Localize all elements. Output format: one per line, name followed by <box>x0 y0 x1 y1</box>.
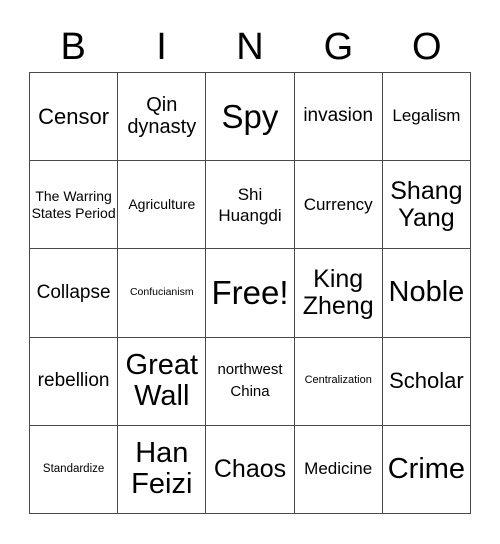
bingo-cell[interactable]: rebellion <box>30 337 119 426</box>
bingo-cell[interactable]: Agriculture <box>118 161 207 250</box>
bingo-cell[interactable]: Scholar <box>382 337 471 426</box>
header-letter-o: O <box>411 26 442 68</box>
bingo-cell[interactable]: Collapse <box>30 249 119 338</box>
bingo-cell[interactable]: Shi Huangdi <box>206 161 295 250</box>
header-letter-i: I <box>156 26 167 68</box>
bingo-cell free-space[interactable]: Free! <box>206 249 295 338</box>
bingo-cell[interactable]: Spy <box>206 73 295 162</box>
bingo-cell[interactable]: Confucianism <box>118 249 207 338</box>
bingo-cell[interactable]: northwest China <box>206 337 295 426</box>
header-letter-b: B <box>60 26 86 68</box>
bingo-cell[interactable]: Medicine <box>294 425 383 514</box>
bingo-cell[interactable]: Legalism <box>382 73 471 162</box>
bingo-cell[interactable]: Crime <box>382 425 471 514</box>
bingo-cell[interactable]: Great Wall <box>118 337 207 426</box>
bingo-cell[interactable]: Chaos <box>206 425 295 514</box>
bingo-cell[interactable]: King Zheng <box>294 249 383 338</box>
bingo-grid: Censor Qin dynasty Spy invasion Legalism… <box>29 72 471 514</box>
bingo-cell[interactable]: Centralization <box>294 337 383 426</box>
bingo-cell[interactable]: Qin dynasty <box>118 73 207 162</box>
header-letter-n: N <box>236 26 264 68</box>
bingo-cell[interactable]: The Warring States Period <box>30 161 119 250</box>
bingo-cell[interactable]: Noble <box>382 249 471 338</box>
header-letter-g: G <box>323 26 354 68</box>
bingo-cell[interactable]: Han Feizi <box>118 425 207 514</box>
bingo-cell[interactable]: Standardize <box>30 425 119 514</box>
bingo-header: B I N G O <box>29 22 471 72</box>
bingo-cell[interactable]: invasion <box>294 73 383 162</box>
bingo-cell[interactable]: Shang Yang <box>382 161 471 250</box>
bingo-cell[interactable]: Currency <box>294 161 383 250</box>
bingo-cell[interactable]: Censor <box>30 73 119 162</box>
